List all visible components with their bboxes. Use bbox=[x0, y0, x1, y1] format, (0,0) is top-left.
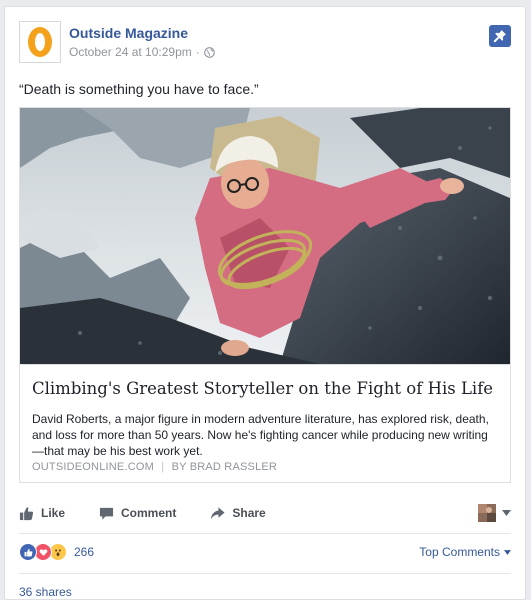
pin-icon bbox=[493, 30, 506, 43]
comment-sort-label: Top Comments bbox=[419, 545, 500, 559]
source-domain: OUTSIDEONLINE.COM bbox=[32, 461, 154, 473]
shares-count-link[interactable]: 36 shares bbox=[19, 585, 72, 599]
chevron-down-icon bbox=[502, 510, 511, 516]
divider bbox=[19, 573, 511, 574]
comment-button[interactable]: Comment bbox=[99, 506, 176, 521]
like-reaction-icon[interactable] bbox=[19, 543, 37, 561]
thumbs-up-icon bbox=[19, 506, 34, 520]
like-label: Like bbox=[41, 506, 66, 520]
page-avatar[interactable] bbox=[19, 21, 61, 63]
reaction-count[interactable]: 266 bbox=[74, 545, 94, 559]
post-actions: Like Comment Share bbox=[19, 501, 511, 525]
comment-icon bbox=[99, 507, 114, 520]
pin-button[interactable] bbox=[489, 25, 511, 47]
share-button[interactable]: Share bbox=[210, 506, 266, 521]
page-name-link[interactable]: Outside Magazine bbox=[69, 25, 188, 41]
comment-label: Comment bbox=[121, 506, 177, 520]
caret-down-icon bbox=[504, 549, 511, 555]
outside-logo-icon bbox=[22, 24, 58, 60]
globe-icon[interactable] bbox=[203, 46, 215, 58]
article-source: OUTSIDEONLINE.COM | BY BRAD RASSLER bbox=[32, 461, 277, 473]
link-preview-body[interactable]: Climbing's Greatest Storyteller on the F… bbox=[20, 364, 510, 483]
article-description: David Roberts, a major figure in modern … bbox=[32, 412, 489, 458]
divider bbox=[19, 533, 511, 534]
link-attachment[interactable]: Climbing's Greatest Storyteller on the F… bbox=[19, 107, 511, 483]
article-headline[interactable]: Climbing's Greatest Storyteller on the F… bbox=[32, 379, 493, 398]
share-label: Share bbox=[232, 506, 266, 520]
profile-thumbnail-icon bbox=[478, 504, 496, 522]
post-meta: October 24 at 10:29pm · bbox=[69, 45, 215, 59]
post-as-selector[interactable] bbox=[478, 504, 511, 522]
like-button[interactable]: Like bbox=[19, 506, 65, 521]
climber-photo-image bbox=[20, 108, 510, 364]
share-arrow-icon bbox=[211, 506, 225, 519]
article-photo[interactable] bbox=[20, 108, 510, 364]
timestamp-link[interactable]: October 24 at 10:29pm bbox=[69, 45, 192, 59]
post-text: “Death is something you have to face.” bbox=[19, 81, 259, 97]
reactions-bar: 266 Top Comments bbox=[19, 541, 511, 563]
comment-sort-dropdown[interactable]: Top Comments bbox=[419, 545, 511, 559]
source-separator: | bbox=[161, 461, 165, 473]
meta-separator: · bbox=[195, 45, 200, 59]
post-card: Outside Magazine October 24 at 10:29pm ·… bbox=[4, 6, 526, 600]
source-byline: BY BRAD RASSLER bbox=[171, 461, 278, 473]
